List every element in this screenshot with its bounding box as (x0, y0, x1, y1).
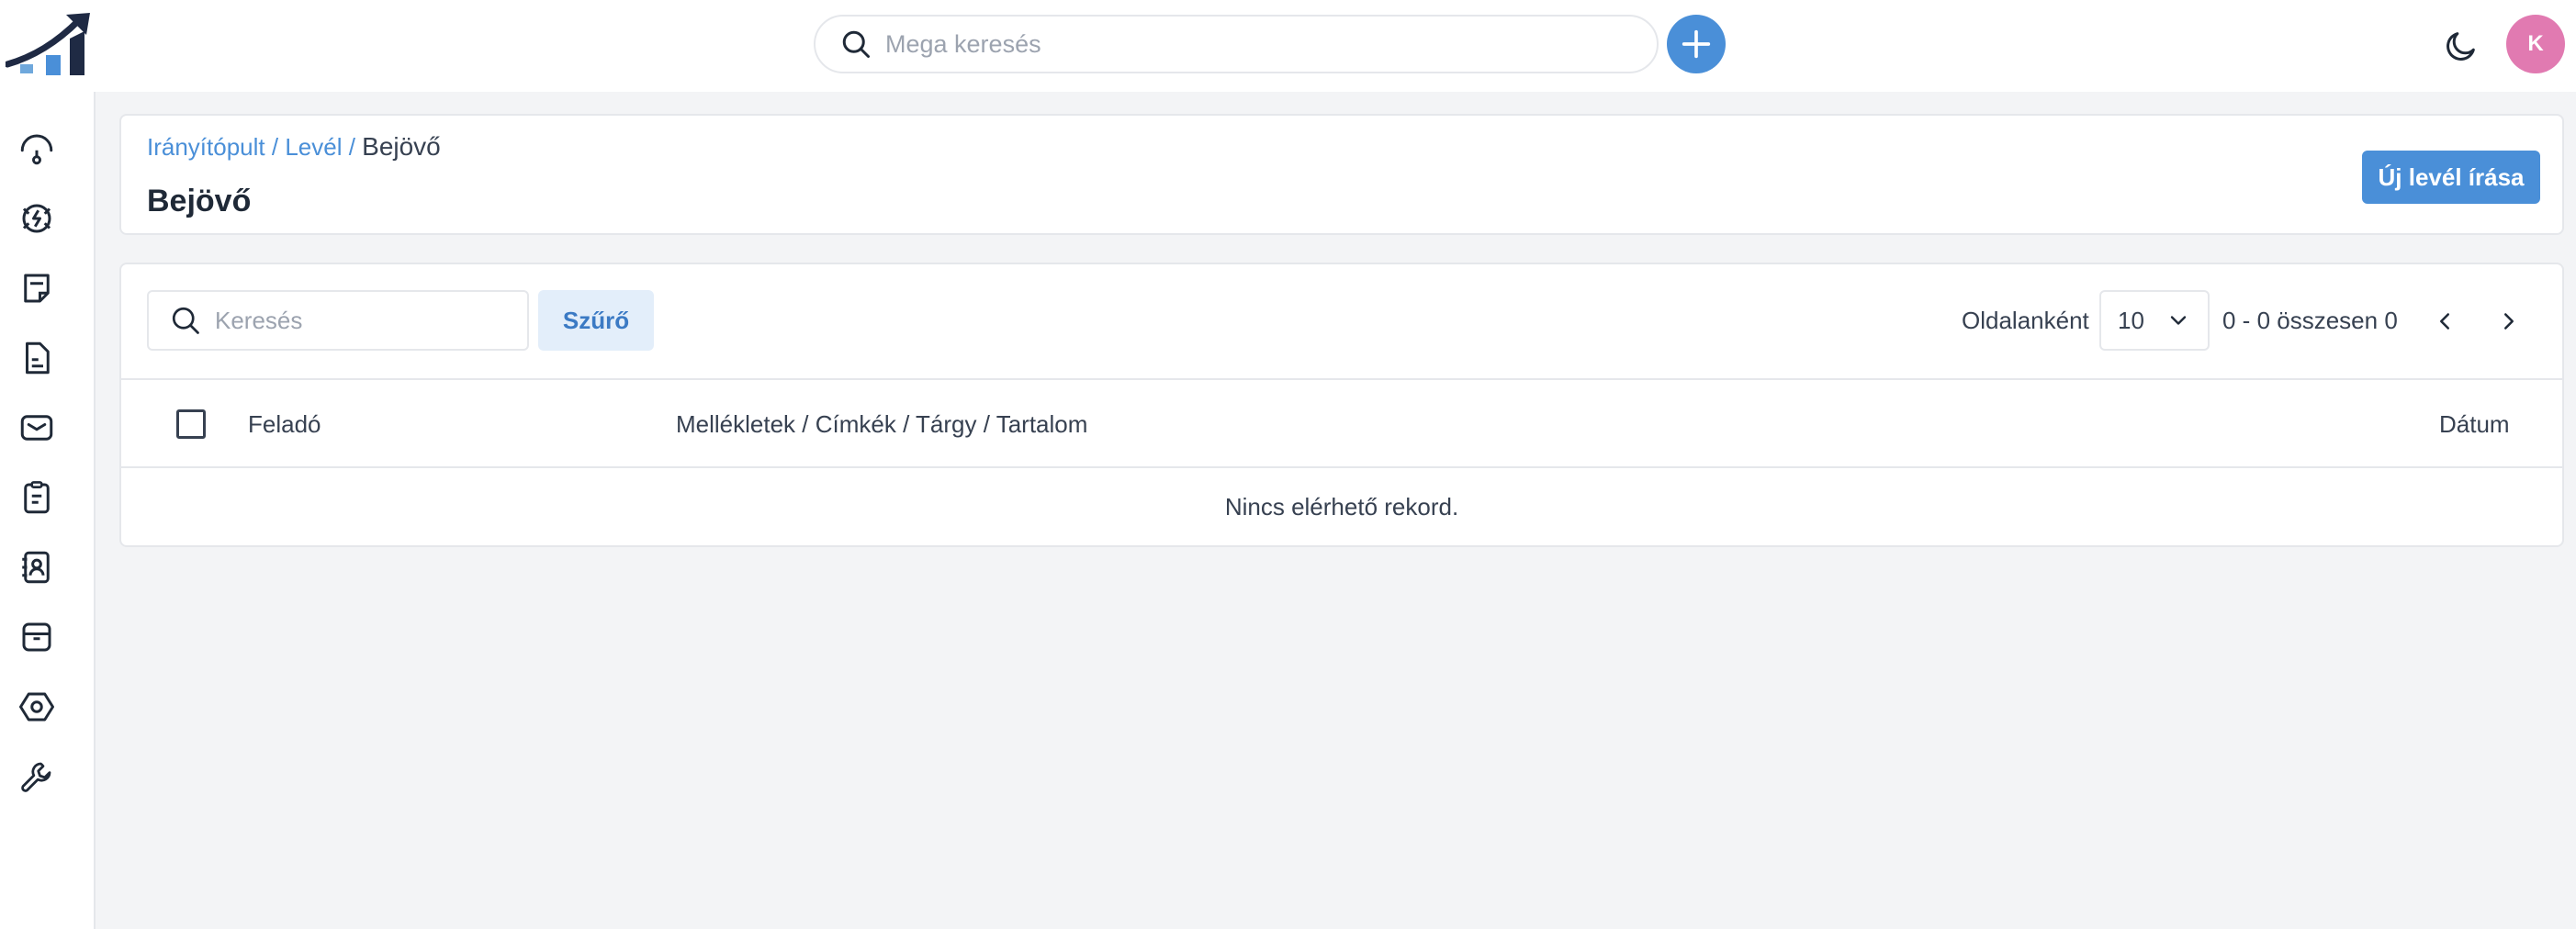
page-header-card: Irányítópult / Levél / Bejövő Bejövő Új … (119, 114, 2564, 235)
filter-button[interactable]: Szűrő (538, 290, 654, 351)
per-page-select[interactable]: 10 (2099, 290, 2210, 351)
mail-list-card: Szűrő Oldalanként 10 0 - 0 összesen 0 Fe… (119, 263, 2564, 547)
contacts-book-icon (22, 551, 50, 584)
breadcrumb-link-mail[interactable]: Levél (285, 133, 342, 161)
new-mail-button[interactable]: Új levél írása (2362, 151, 2540, 204)
column-header-details[interactable]: Mellékletek / Címkék / Tárgy / Tartalom (676, 410, 1087, 439)
breadcrumb: Irányítópult / Levél / Bejövő (147, 132, 441, 162)
list-search-input[interactable] (215, 306, 518, 335)
column-header-date[interactable]: Dátum (2439, 410, 2510, 439)
next-page-button[interactable] (2489, 301, 2529, 341)
moon-icon (2447, 32, 2475, 61)
sidebar-item-documents[interactable] (17, 338, 57, 378)
breadcrumb-separator: / (264, 133, 286, 161)
previous-page-button[interactable] (2424, 301, 2465, 341)
sidebar-item-support[interactable] (17, 198, 57, 239)
top-bar: K (0, 0, 2576, 92)
column-header-sender[interactable]: Feladó (248, 410, 321, 439)
note-icon (24, 274, 50, 303)
breadcrumb-current: Bejövő (362, 132, 441, 161)
add-button[interactable] (1667, 15, 1726, 73)
archive-box-icon (22, 622, 51, 652)
page-title: Bejövő (147, 184, 252, 218)
sidebar-item-tools[interactable] (17, 756, 57, 797)
logo-chart-icon (4, 13, 90, 75)
sidebar-item-archive[interactable] (17, 617, 57, 657)
mail-icon (20, 415, 53, 441)
breadcrumb-link-dashboard[interactable]: Irányítópult (147, 133, 265, 161)
app-logo[interactable] (4, 11, 92, 79)
wrench-icon (21, 762, 51, 792)
hexagon-nut-icon (19, 692, 54, 722)
chevron-right-icon (2504, 313, 2514, 330)
plus-icon (1682, 29, 1711, 59)
select-all-checkbox[interactable] (176, 409, 206, 439)
per-page-value: 10 (2118, 306, 2144, 334)
chevron-left-icon (2440, 313, 2449, 330)
search-icon (172, 307, 199, 334)
sidebar-item-settings[interactable] (17, 687, 57, 727)
sidebar-item-dashboard[interactable] (17, 129, 57, 169)
list-search-box[interactable] (147, 290, 529, 351)
pagination-range: 0 - 0 összesen 0 (2222, 307, 2398, 334)
mega-search-input[interactable] (885, 29, 1638, 59)
search-icon (842, 30, 870, 58)
clipboard-icon (24, 481, 50, 514)
per-page-label: Oldalanként (1962, 307, 2089, 334)
sidebar (0, 92, 96, 929)
theme-toggle-button[interactable] (2441, 26, 2481, 66)
document-icon (26, 341, 50, 375)
chevron-down-icon (2170, 316, 2187, 325)
dashboard-gauge-icon (20, 134, 53, 165)
lifebuoy-lightning-icon (22, 204, 51, 233)
sidebar-item-notes[interactable] (17, 268, 57, 308)
mega-search-bar[interactable] (814, 15, 1659, 73)
breadcrumb-separator: / (342, 133, 363, 161)
empty-state-message: Nincs elérhető rekord. (1224, 493, 1459, 520)
sidebar-item-contacts[interactable] (17, 547, 57, 588)
user-avatar[interactable]: K (2506, 15, 2565, 73)
sidebar-item-tasks[interactable] (17, 477, 57, 518)
sidebar-item-mail[interactable] (17, 408, 57, 448)
table-header: Feladó Mellékletek / Címkék / Tárgy / Ta… (121, 378, 2562, 468)
